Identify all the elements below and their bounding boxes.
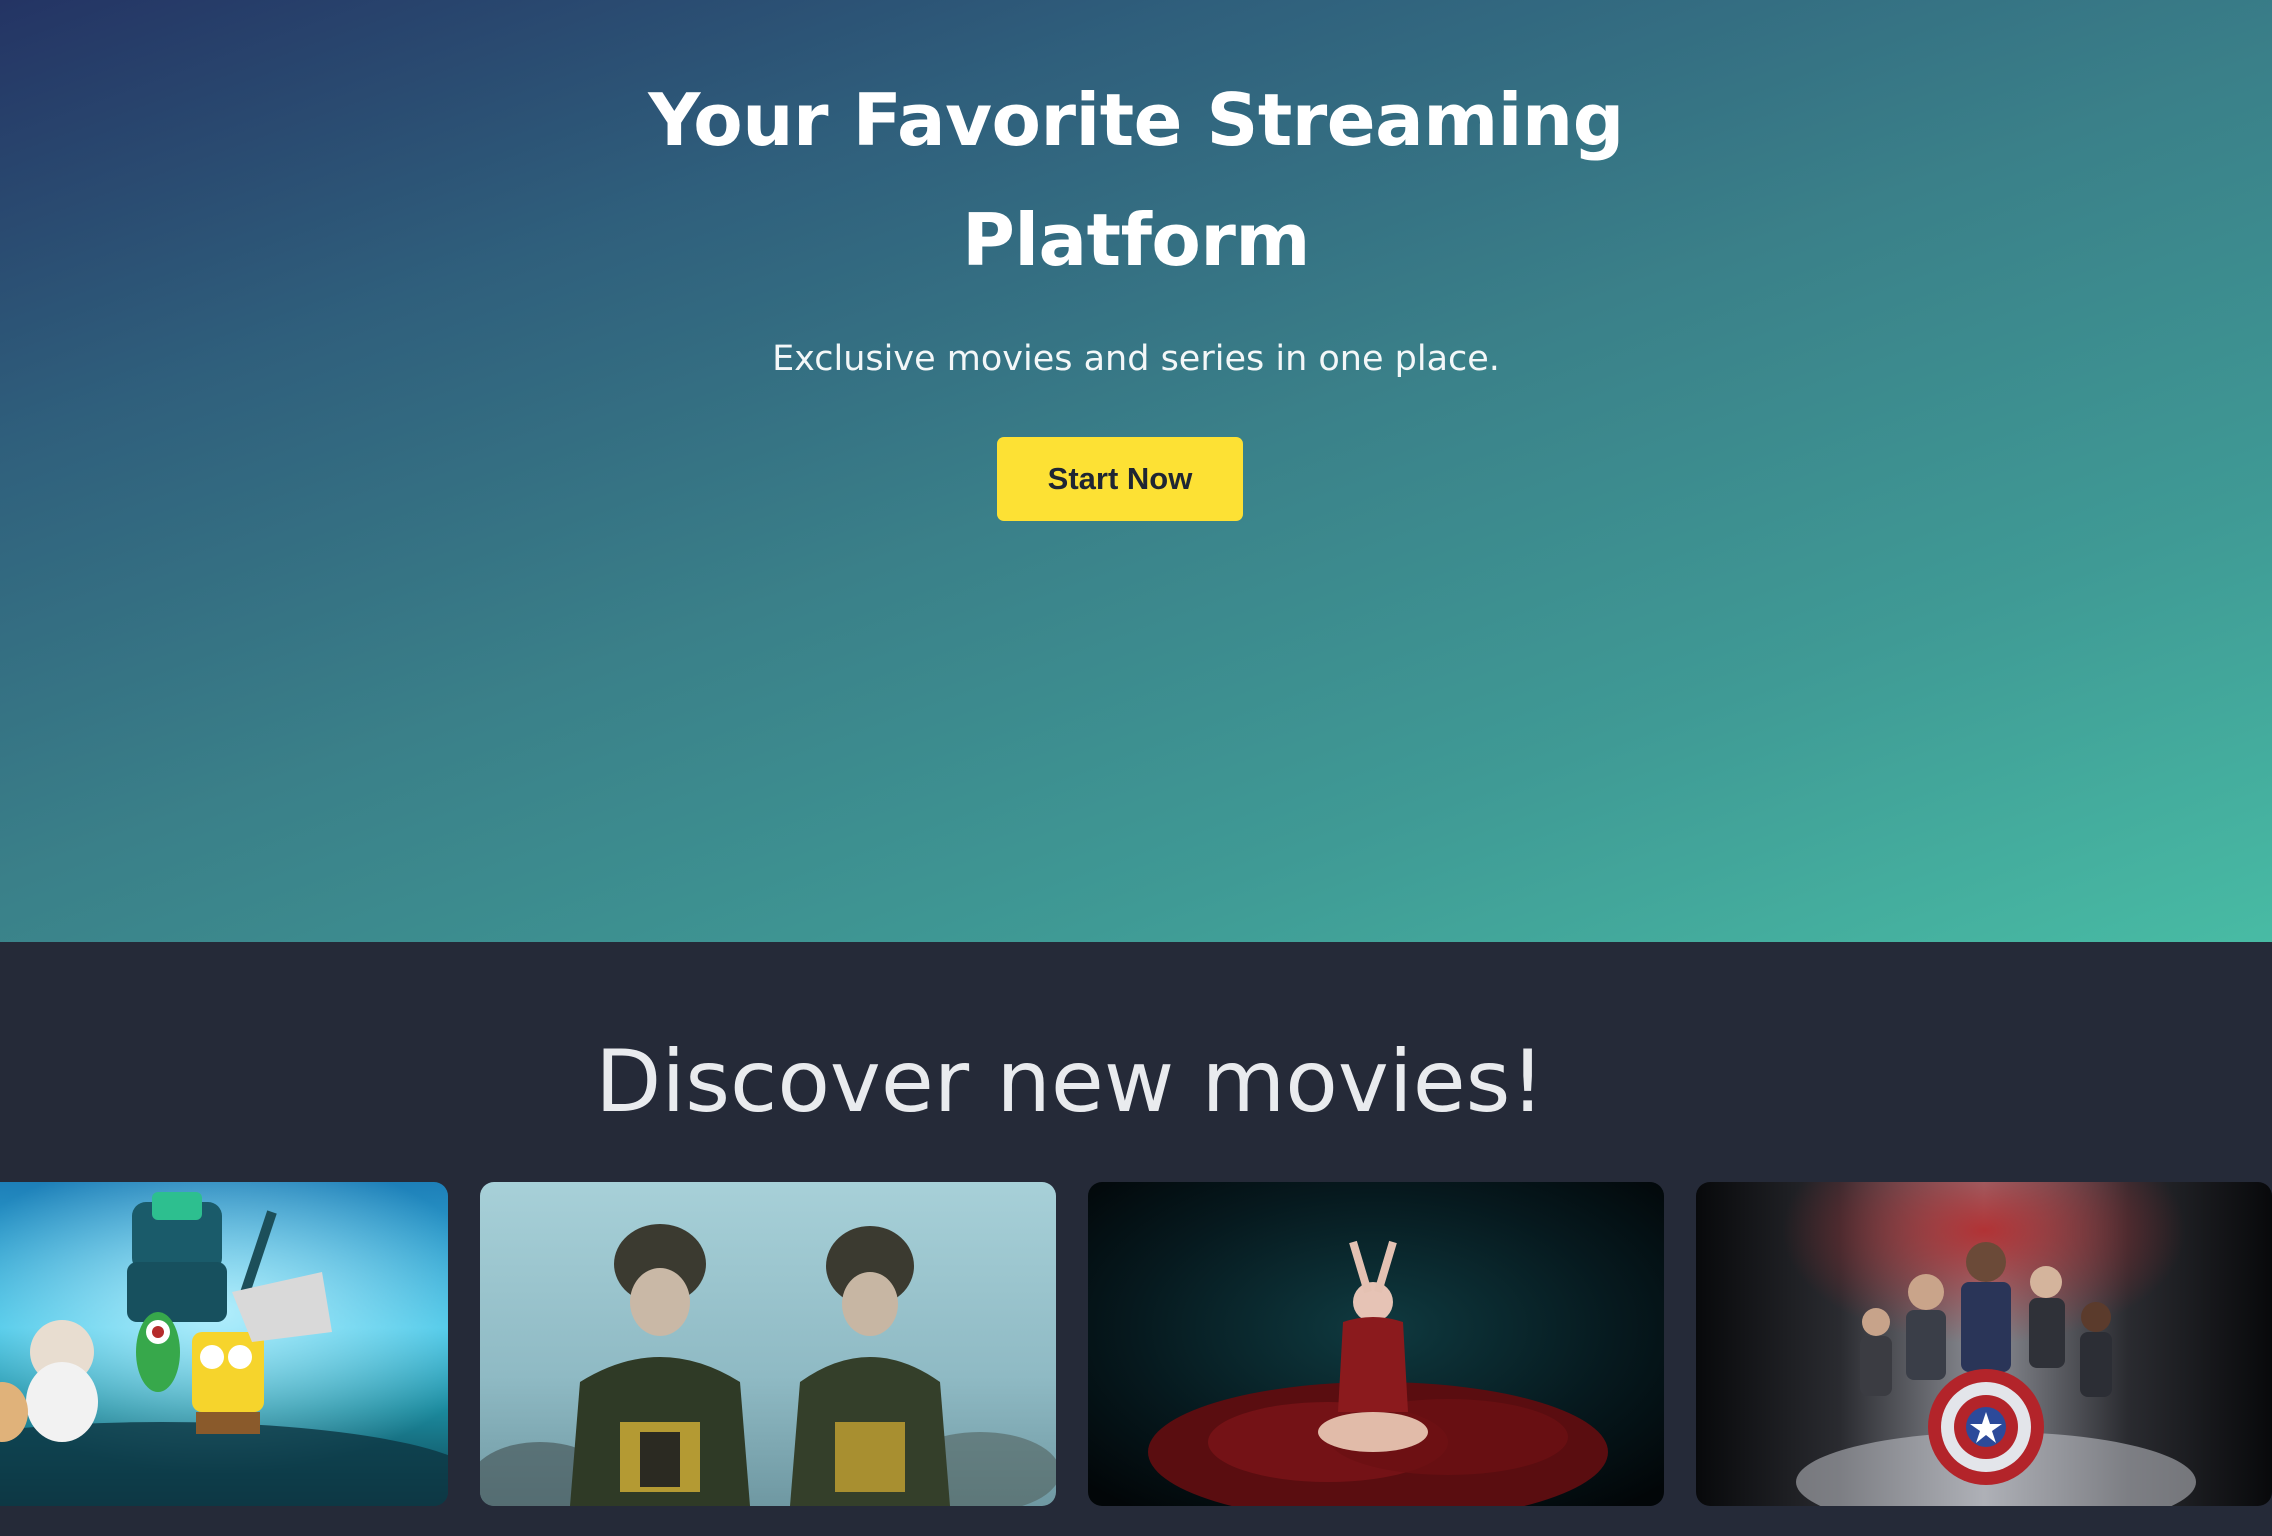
hero-subtitle: Exclusive movies and series in one place… (772, 339, 1500, 379)
hero-title: Your Favorite Streaming Platform (648, 78, 1624, 282)
movie-poster-red-dress (1088, 1182, 1664, 1506)
movie-card-superheroes[interactable] (1696, 1182, 2272, 1506)
movie-poster-superheroes (1696, 1182, 2272, 1506)
discover-title: Discover new movies! (595, 1032, 1545, 1132)
start-now-button[interactable]: Start Now (997, 437, 1243, 521)
movie-carousel[interactable] (0, 1182, 2272, 1506)
movie-card-animated[interactable] (0, 1182, 448, 1506)
movie-poster-animated (0, 1182, 448, 1506)
movie-card-soldiers[interactable] (480, 1182, 1056, 1506)
discover-section: Discover new movies! (0, 942, 2272, 1536)
hero-section: Your Favorite Streaming Platform Exclusi… (0, 0, 2272, 942)
movie-poster-soldiers (480, 1182, 1056, 1506)
movie-card-red-dress[interactable] (1088, 1182, 1664, 1506)
